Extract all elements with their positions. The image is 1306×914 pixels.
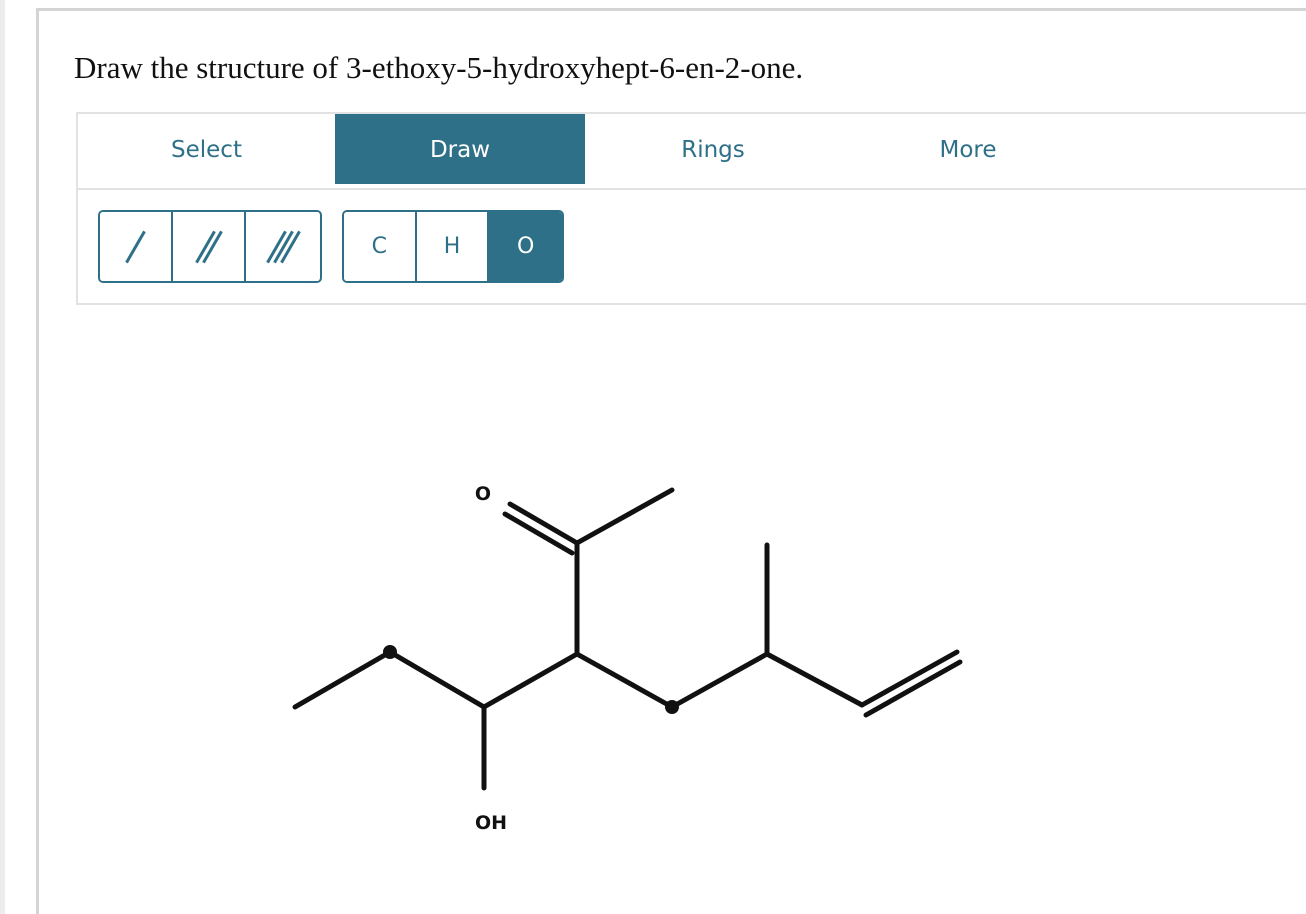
atom-c-button[interactable]: C	[344, 212, 417, 281]
tab-row: Select Draw Rings More	[78, 114, 1306, 190]
page: Draw the structure of 3-ethoxy-5-hydroxy…	[0, 0, 1306, 914]
single-bond-icon	[124, 229, 148, 265]
tab-select[interactable]: Select	[78, 114, 335, 184]
question-text: Draw the structure of 3-ethoxy-5-hydroxy…	[74, 50, 804, 85]
atom-o-button[interactable]: O	[489, 212, 562, 281]
double-bond-icon	[194, 229, 223, 265]
tab-rings[interactable]: Rings	[585, 114, 841, 184]
triple-bond-icon	[265, 229, 301, 265]
atom-h-button[interactable]: H	[416, 212, 490, 281]
tool-row: C H O	[78, 190, 1306, 305]
left-edge-line	[0, 0, 5, 914]
structure-editor-toolbar: Select Draw Rings More C H O	[76, 112, 1306, 305]
tab-draw[interactable]: Draw	[335, 114, 585, 184]
bond-tool-group	[98, 210, 322, 283]
tab-more[interactable]: More	[841, 114, 1095, 184]
atom-tool-group: C H O	[342, 210, 564, 283]
double-bond-button[interactable]	[173, 212, 246, 281]
single-bond-button[interactable]	[100, 212, 173, 281]
triple-bond-button[interactable]	[246, 212, 319, 281]
